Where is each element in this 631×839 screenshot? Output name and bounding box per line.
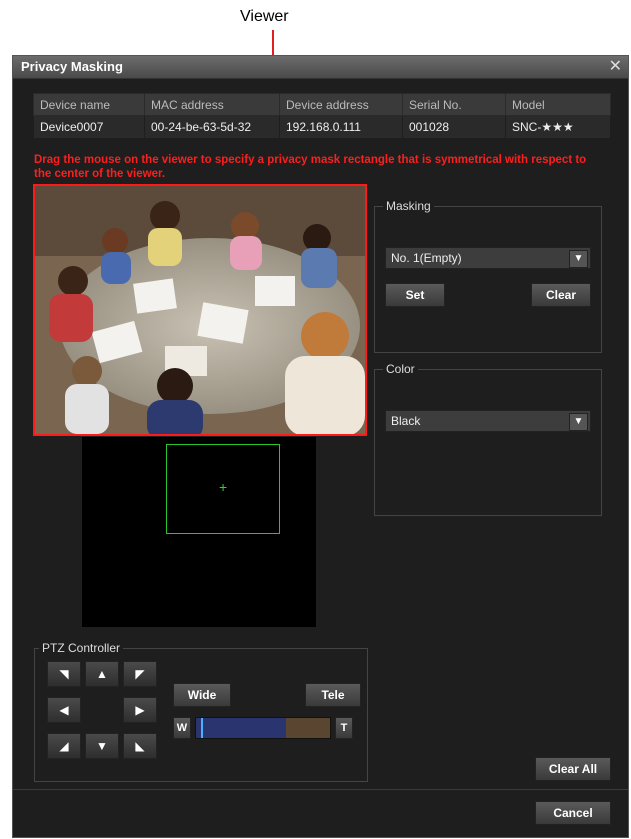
ptz-up-button[interactable]: ▲ (85, 661, 119, 687)
mask-number-value: No. 1(Empty) (391, 251, 462, 265)
arrow-down-right-icon: ◣ (135, 739, 145, 753)
dialog-title: Privacy Masking (21, 59, 123, 74)
table-header-row: Device name MAC address Device address S… (33, 93, 611, 116)
arrow-down-icon: ▼ (96, 739, 108, 753)
ptz-down-button[interactable]: ▼ (85, 733, 119, 759)
camera-viewer[interactable] (33, 184, 367, 436)
cell-mac-address: 00-24-be-63-5d-32 (144, 115, 280, 139)
chevron-down-icon: ▼ (569, 413, 588, 431)
masking-panel: Masking No. 1(Empty) ▼ Set Clear (374, 199, 602, 353)
zoom-position-indicator[interactable] (201, 718, 203, 738)
zoom-track-wide (196, 718, 286, 738)
position-preview[interactable]: + (82, 437, 316, 627)
chevron-down-icon: ▼ (569, 250, 588, 268)
color-select[interactable]: Black ▼ (385, 410, 591, 432)
ptz-controller-panel: PTZ Controller ◥ ▲ ◤ ◀ ▶ ◢ ▼ ◣ Wide Tele… (34, 641, 368, 782)
arrow-left-icon: ◀ (59, 703, 69, 717)
ptz-left-button[interactable]: ◀ (47, 697, 81, 723)
ptz-legend: PTZ Controller (39, 641, 124, 655)
clear-all-button[interactable]: Clear All (535, 757, 611, 781)
mask-number-select[interactable]: No. 1(Empty) ▼ (385, 247, 591, 269)
instruction-text: Drag the mouse on the viewer to specify … (34, 154, 587, 180)
title-bar: Privacy Masking ✕ (13, 56, 628, 79)
zoom-t-label: T (335, 717, 353, 739)
col-mac-address: MAC address (144, 93, 280, 116)
device-info-table: Device name MAC address Device address S… (33, 93, 611, 139)
set-button[interactable]: Set (385, 283, 445, 307)
cell-device-address: 192.168.0.111 (279, 115, 403, 139)
col-device-name: Device name (33, 93, 145, 116)
zoom-slider[interactable] (195, 717, 331, 739)
ptz-up-right-button[interactable]: ◤ (123, 661, 157, 687)
zoom-wide-button[interactable]: Wide (173, 683, 231, 707)
privacy-masking-dialog: Privacy Masking ✕ Device name MAC addres… (12, 55, 629, 838)
zoom-track-digital (286, 718, 330, 738)
ptz-right-button[interactable]: ▶ (123, 697, 157, 723)
ptz-down-right-button[interactable]: ◣ (123, 733, 157, 759)
zoom-tele-button[interactable]: Tele (305, 683, 361, 707)
cell-device-name: Device0007 (33, 115, 145, 139)
color-legend: Color (383, 362, 418, 376)
ptz-up-left-button[interactable]: ◥ (47, 661, 81, 687)
cell-serial-no: 001028 (402, 115, 506, 139)
cancel-button[interactable]: Cancel (535, 801, 611, 825)
arrow-right-icon: ▶ (135, 703, 145, 717)
view-frame-rectangle: + (166, 444, 280, 534)
center-crosshair-icon: + (219, 479, 228, 495)
footer-divider (13, 789, 628, 790)
viewer-callout-label: Viewer (240, 8, 289, 25)
masking-legend: Masking (383, 199, 434, 213)
table-row: Device0007 00-24-be-63-5d-32 192.168.0.1… (33, 115, 611, 139)
ptz-down-left-button[interactable]: ◢ (47, 733, 81, 759)
col-model: Model (505, 93, 611, 116)
arrow-up-right-icon: ◤ (135, 667, 145, 681)
viewer-image (35, 186, 365, 434)
arrow-up-icon: ▲ (96, 667, 108, 681)
zoom-w-label: W (173, 717, 191, 739)
arrow-up-left-icon: ◥ (59, 667, 69, 681)
cell-model: SNC-★★★ (505, 115, 611, 139)
arrow-down-left-icon: ◢ (59, 739, 69, 753)
color-panel: Color Black ▼ (374, 362, 602, 516)
col-serial-no: Serial No. (402, 93, 506, 116)
col-device-address: Device address (279, 93, 403, 116)
clear-button[interactable]: Clear (531, 283, 591, 307)
color-value: Black (391, 414, 421, 428)
close-icon[interactable]: ✕ (609, 56, 622, 76)
